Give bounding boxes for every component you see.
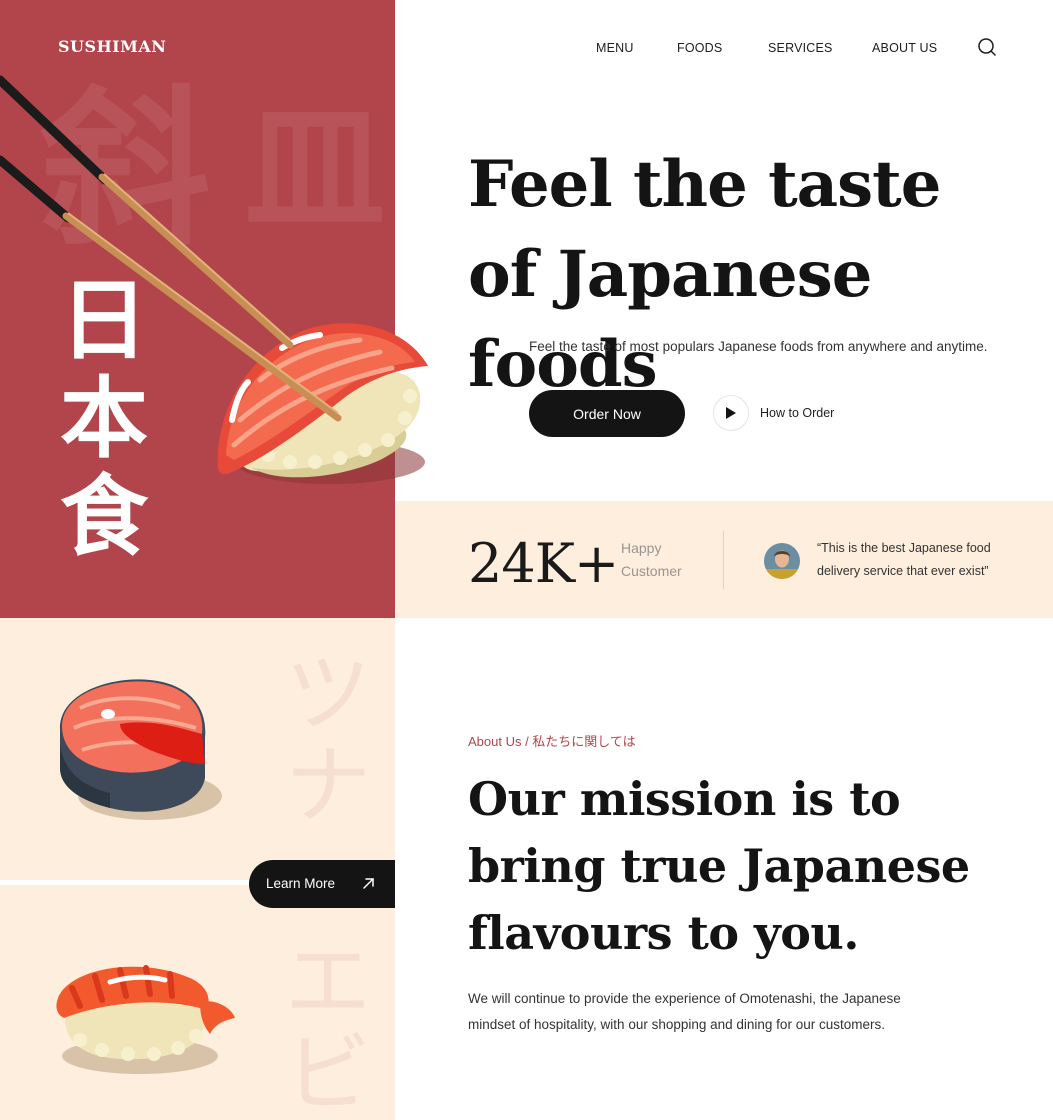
search-icon[interactable] (976, 36, 998, 58)
background-kanji-decoration: 斜 (40, 71, 211, 269)
hero-title: Feel the taste of Japanese foods (468, 147, 941, 402)
how-to-order-link[interactable]: How to Order (760, 406, 834, 420)
nav-item-services[interactable]: SERVICES (768, 41, 833, 55)
testimonial-quote: “This is the best Japanese food delivery… (817, 541, 991, 578)
stats-band: 24K+ Happy Customer “This is the best Ja… (395, 501, 1053, 618)
about-us-tag: About Us / 私たちに関しては (468, 734, 636, 749)
background-kanji-decoration: 皿 (245, 88, 386, 251)
order-now-button[interactable]: Order Now (529, 390, 685, 437)
hero-kanji-vertical: 日 本 食 (58, 272, 150, 566)
play-icon[interactable] (713, 395, 749, 431)
about-body-text: We will continue to provide the experien… (468, 991, 901, 1032)
nav-item-menu[interactable]: MENU (596, 41, 634, 55)
stats-divider (723, 531, 724, 589)
hero-kanji-char: 食 (59, 465, 148, 568)
avatar (764, 543, 800, 579)
happy-customer-count: 24K+ (468, 532, 619, 595)
nav-item-about-us[interactable]: ABOUT US (872, 41, 937, 55)
learn-more-label: Learn More (266, 876, 336, 891)
happy-customer-label: Happy Customer (621, 540, 682, 579)
learn-more-button[interactable]: Learn More (249, 860, 395, 908)
hero-side-panel: 斜 皿 日 本 食 (0, 0, 395, 618)
mission-title: Our mission is to bring true Japanese fl… (468, 772, 970, 960)
salmon-steak-illustration (60, 679, 222, 820)
brand-logo[interactable]: SUSHIMAN (58, 37, 166, 56)
hero-kanji-char: 本 (59, 367, 148, 470)
background-katakana-tuna: ツナ (285, 644, 371, 836)
hero-subtitle: Feel the taste of most populars Japanese… (529, 339, 988, 354)
hero-kanji-char: 日 (59, 269, 148, 372)
panel-divider (0, 880, 260, 885)
nav-item-foods[interactable]: FOODS (677, 41, 722, 55)
arrow-up-right-icon (361, 875, 377, 891)
shrimp-nigiri-illustration (56, 965, 235, 1074)
background-katakana-ebi: エビ (285, 932, 371, 1120)
